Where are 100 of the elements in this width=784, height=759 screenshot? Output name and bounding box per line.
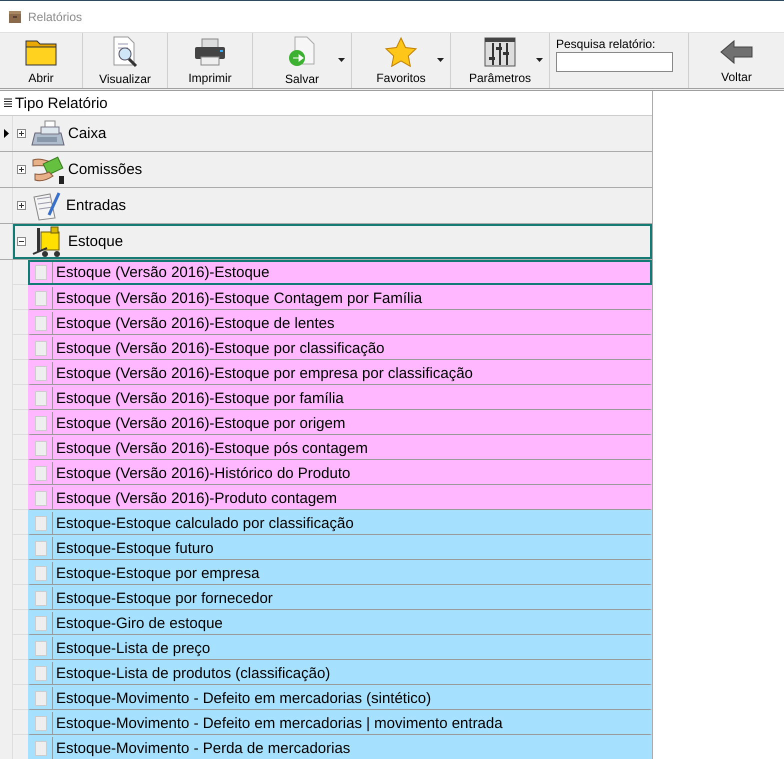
document-icon: [35, 340, 47, 356]
document-icon: [35, 466, 47, 480]
column-menu-icon[interactable]: [4, 98, 12, 108]
indent-cell: [13, 385, 28, 410]
document-icon: [35, 716, 47, 730]
report-name: Estoque (Versão 2016)-Estoque por classificação: [55, 340, 385, 356]
back-button[interactable]: Voltar: [688, 33, 784, 88]
printer-icon: [192, 36, 227, 66]
group-name: Comissões: [68, 161, 142, 178]
report-row[interactable]: Estoque-Estoque por empresa: [28, 560, 652, 585]
report-name: Estoque (Versão 2016)-Estoque por família: [55, 390, 344, 406]
report-row[interactable]: Estoque (Versão 2016)-Estoque: [28, 260, 652, 285]
report-row[interactable]: Estoque (Versão 2016)-Estoque pós contagem: [28, 435, 652, 460]
report-row[interactable]: Estoque (Versão 2016)-Histórico do Produto: [28, 460, 652, 485]
report-row[interactable]: Estoque (Versão 2016)-Estoque de lentes: [28, 310, 652, 335]
document-pen-icon: [31, 190, 63, 220]
report-row[interactable]: Estoque-Estoque calculado por classificação: [28, 510, 652, 535]
indent-cell: [13, 285, 28, 310]
report-row[interactable]: Estoque (Versão 2016)-Estoque por família: [28, 385, 652, 410]
report-name: Estoque-Estoque por fornecedor: [55, 590, 273, 606]
report-name: Estoque-Movimento - Defeito em mercadorias | movimento entrada: [55, 714, 503, 732]
toolbar-button[interactable]: Imprimir: [168, 33, 253, 88]
report-name: Estoque-Estoque calculado por classificação: [55, 514, 354, 532]
caret-icon: [536, 58, 543, 62]
report-name: Estoque-Giro de estoque: [55, 614, 223, 632]
report-row[interactable]: Estoque-Movimento - Perda de mercadorias: [28, 735, 652, 759]
indent-cell: [13, 610, 28, 635]
indent-cell: [13, 735, 28, 759]
document-icon: [35, 316, 47, 330]
toolbar-button[interactable]: Visualizar: [83, 33, 168, 88]
report-row[interactable]: Estoque-Lista de produtos (classificação): [28, 660, 652, 685]
report-row[interactable]: Estoque-Lista de preço: [28, 635, 652, 660]
expand-toggle-icon[interactable]: [17, 129, 26, 138]
report-row[interactable]: Estoque-Estoque futuro: [28, 535, 652, 560]
column-header[interactable]: Tipo: [15, 94, 48, 112]
group-name: Estoque: [68, 233, 124, 250]
document-icon: [35, 265, 47, 280]
report-name: Estoque-Lista de preço: [55, 640, 210, 656]
report-name: Estoque (Versão 2016)-Estoque: [55, 264, 270, 281]
arrow-left-icon: [720, 38, 754, 66]
report-name: Estoque (Versão 2016)-Estoque Contagem por Família: [55, 290, 422, 306]
window-title: Relatórios: [28, 10, 82, 24]
report-name: Estoque (Versão 2016)-Estoque por origem: [55, 414, 346, 432]
report-row[interactable]: Estoque (Versão 2016)-Estoque por classificação: [28, 335, 652, 360]
indent-cell: [13, 510, 28, 535]
group-name: Caixa: [68, 125, 106, 142]
indent-cell: [13, 660, 28, 685]
document-icon: [35, 390, 47, 406]
report-name: Estoque-Estoque futuro: [55, 540, 214, 556]
report-row[interactable]: Estoque (Versão 2016)-Estoque por origem: [28, 410, 652, 435]
toolbar-button[interactable]: Favoritos: [352, 33, 451, 88]
caret-icon: [338, 58, 345, 62]
report-name: Estoque-Estoque por empresa: [55, 564, 260, 582]
current-row-icon: [4, 129, 8, 138]
caret-icon: [437, 58, 444, 62]
report-row[interactable]: Estoque (Versão 2016)-Estoque Contagem por Família: [28, 285, 652, 310]
document-icon: [35, 290, 47, 306]
document-icon: [35, 540, 47, 556]
report-name: Estoque (Versão 2016)-Produto contagem: [55, 490, 338, 506]
toolbar-button[interactable]: Parâmetros: [451, 33, 550, 88]
report-row[interactable]: Estoque-Movimento - Defeito em mercadorias | movimento entrada: [28, 710, 652, 735]
report-row[interactable]: Estoque-Giro de estoque: [28, 610, 652, 635]
report-row[interactable]: Estoque-Movimento - Defeito em mercadorias (sintético): [28, 685, 652, 710]
document-icon: [35, 666, 47, 680]
column-header[interactable]: Relatório: [48, 94, 108, 112]
report-name: Estoque (Versão 2016)-Estoque de lentes: [55, 314, 335, 332]
toolbar-button[interactable]: Salvar: [253, 33, 352, 88]
document-icon: [35, 690, 47, 706]
report-row[interactable]: Estoque-Estoque por fornecedor: [28, 585, 652, 610]
expand-toggle-icon[interactable]: [17, 201, 26, 210]
indent-cell: [13, 485, 28, 510]
document-icon: [35, 640, 47, 656]
report-name: Estoque-Lista de produtos (classificação): [55, 664, 330, 682]
document-icon: [35, 490, 47, 506]
document-icon: [35, 416, 47, 430]
group-row[interactable]: Estoque: [13, 224, 652, 259]
report-name: Estoque (Versão 2016)-Estoque pós contagem: [55, 440, 368, 456]
document-icon: [35, 516, 47, 530]
indent-cell: [13, 585, 28, 610]
document-icon: [35, 616, 47, 630]
report-name: Estoque (Versão 2016)-Histórico do Produto: [55, 464, 350, 482]
indent-cell: [13, 460, 28, 485]
document-icon: [35, 366, 47, 380]
search-field[interactable]: [556, 52, 673, 72]
indent-cell: [13, 560, 28, 585]
report-name: Estoque (Versão 2016)-Estoque por empresa por classificação: [55, 364, 473, 382]
search-label: Pesquisa relatório:: [556, 37, 656, 51]
indent-cell: [13, 335, 28, 360]
toolbar-button[interactable]: Abrir: [0, 33, 83, 88]
expand-toggle-icon[interactable]: [17, 165, 26, 174]
report-name: Estoque-Movimento - Perda de mercadorias: [55, 740, 350, 756]
group-name: Entradas: [66, 197, 126, 214]
document-icon: [35, 590, 47, 606]
report-row[interactable]: Estoque (Versão 2016)-Produto contagem: [28, 485, 652, 510]
indent-cell: [13, 535, 28, 560]
indent-cell: [13, 360, 28, 385]
indent-cell: [13, 635, 28, 660]
report-row[interactable]: Estoque (Versão 2016)-Estoque por empresa por classificação: [28, 360, 652, 385]
indent-cell: [13, 710, 28, 735]
expand-toggle-icon[interactable]: [17, 237, 26, 246]
